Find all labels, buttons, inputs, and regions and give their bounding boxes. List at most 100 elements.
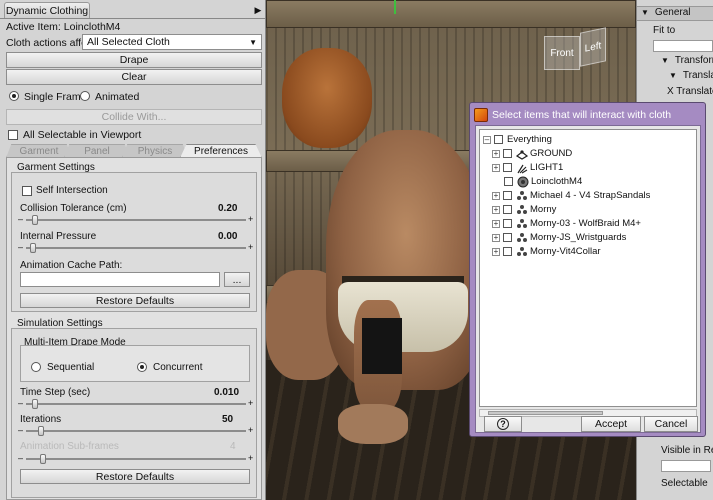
minus-icon[interactable]: – (18, 425, 23, 435)
cancel-button[interactable]: Cancel (644, 416, 698, 432)
transforms-label: Transforms (674, 55, 713, 66)
animated-label: Animated (95, 91, 140, 103)
figure-icon (516, 190, 528, 202)
tree-checkbox[interactable] (494, 135, 503, 144)
figure-icon (516, 218, 528, 230)
view-cube-left[interactable]: Left (580, 27, 606, 67)
internal-pressure-slider-thumb[interactable] (30, 243, 36, 253)
tree-item-loinclothm4[interactable]: LoinclothM4 (504, 175, 582, 188)
restore-defaults-button[interactable]: Restore Defaults (20, 469, 250, 484)
concurrent-radio[interactable] (137, 362, 147, 372)
time-step-slider-thumb[interactable] (32, 399, 38, 409)
view-cube[interactable]: Front Left (544, 22, 614, 82)
visible-in-render-select[interactable] (661, 460, 711, 472)
figure-hand (338, 404, 408, 444)
tree-item-ground[interactable]: + GROUND (492, 147, 572, 160)
transforms-section-header[interactable]: ▼ Transforms (637, 55, 713, 70)
cloth-actions-select[interactable]: All Selected Cloth ▼ (82, 34, 262, 50)
tree-item-everything[interactable]: – Everything (483, 133, 552, 146)
minus-icon[interactable]: – (18, 398, 23, 408)
cache-path-input[interactable] (20, 272, 220, 287)
select-interaction-dialog: Select items that will interact with clo… (469, 102, 706, 437)
collapse-icon[interactable]: – (483, 135, 491, 144)
ground-icon (516, 148, 528, 160)
tab-garment[interactable]: Garment (6, 144, 72, 158)
dialog-title-bar[interactable]: Select items that will interact with clo… (474, 106, 701, 124)
animated-radio[interactable] (80, 91, 90, 101)
figure-icon (516, 246, 528, 258)
minus-icon[interactable]: – (18, 453, 23, 463)
iterations-value: 50 (222, 414, 234, 425)
expand-icon[interactable]: + (492, 149, 500, 158)
drape-button[interactable]: Drape (6, 52, 262, 68)
expand-icon[interactable]: + (492, 247, 500, 256)
expand-icon[interactable]: + (492, 219, 500, 228)
view-cube-front[interactable]: Front (544, 36, 580, 70)
collapse-icon: ▼ (661, 56, 669, 65)
tree-checkbox[interactable] (503, 219, 512, 228)
plus-icon[interactable]: + (248, 398, 253, 408)
plus-icon[interactable]: + (248, 214, 253, 224)
help-button[interactable]: ? (484, 416, 522, 432)
tree-checkbox[interactable] (503, 247, 512, 256)
substeps-label: Animation Sub-frames (20, 441, 119, 452)
tree-item-morny-wolfbraid[interactable]: + Morny-03 - WolfBraid M4+ (492, 217, 641, 230)
active-item-label: Active Item: LoinclothM4 (6, 21, 121, 33)
self-intersection-checkbox[interactable] (22, 186, 32, 196)
browse-button[interactable]: ... (224, 272, 250, 287)
collapse-icon: ▼ (641, 8, 649, 17)
tree-item-morny-collar[interactable]: + Morny-Vit4Collar (492, 245, 601, 258)
tree-checkbox[interactable] (503, 149, 512, 158)
tree-checkbox[interactable] (503, 163, 512, 172)
substeps-slider-thumb[interactable] (40, 454, 46, 464)
fit-to-select[interactable] (653, 40, 713, 52)
time-step-slider[interactable] (26, 403, 246, 405)
single-frame-radio[interactable] (9, 91, 19, 101)
tree-item-morny[interactable]: + Morny (492, 203, 556, 216)
collision-tolerance-slider[interactable] (26, 219, 246, 221)
substeps-value: 4 (230, 441, 236, 452)
restore-defaults-button[interactable]: Restore Defaults (20, 293, 250, 308)
tree-checkbox[interactable] (503, 233, 512, 242)
all-selectable-checkbox[interactable] (8, 130, 18, 140)
panel-menu-arrow-icon[interactable]: ▶ (252, 2, 264, 18)
time-step-value: 0.010 (214, 387, 240, 398)
expand-icon[interactable]: + (492, 163, 500, 172)
self-intersection-label: Self Intersection (36, 185, 108, 196)
tree-item-strapsandals[interactable]: + Michael 4 - V4 StrapSandals (492, 189, 650, 202)
accept-button[interactable]: Accept (581, 416, 641, 432)
minus-icon[interactable]: – (18, 214, 23, 224)
collide-with-button[interactable]: Collide With... (6, 109, 262, 125)
tree-item-light1[interactable]: + LIGHT1 (492, 161, 563, 174)
tree-item-morny-wristguards[interactable]: + Morny-JS_Wristguards (492, 231, 626, 244)
expand-icon[interactable]: + (492, 191, 500, 200)
minus-icon[interactable]: – (18, 242, 23, 252)
x-translate-label: X Translate (667, 86, 713, 97)
translation-section-header[interactable]: ▼ Translation (637, 70, 713, 85)
tree-item-label: Everything (507, 134, 552, 145)
tab-preferences[interactable]: Preferences (180, 144, 262, 158)
general-section-header[interactable]: ▼ General (637, 6, 713, 21)
light-icon (516, 162, 528, 174)
tree-checkbox[interactable] (503, 191, 512, 200)
visible-in-render-label: Visible in Render (661, 445, 713, 456)
iterations-slider-thumb[interactable] (38, 426, 44, 436)
plus-icon[interactable]: + (248, 242, 253, 252)
substeps-slider[interactable] (26, 458, 246, 460)
general-label: General (654, 7, 691, 18)
sequential-radio[interactable] (31, 362, 41, 372)
internal-pressure-slider[interactable] (26, 247, 246, 249)
tab-panel[interactable]: Panel (64, 144, 130, 158)
clear-button[interactable]: Clear (6, 69, 262, 85)
tab-physics[interactable]: Physics (122, 144, 188, 158)
plus-icon[interactable]: + (248, 453, 253, 463)
expand-icon[interactable]: + (492, 233, 500, 242)
tree-checkbox[interactable] (503, 205, 512, 214)
scrollbar-thumb[interactable] (488, 411, 603, 415)
iterations-slider[interactable] (26, 430, 246, 432)
collision-tolerance-slider-thumb[interactable] (32, 215, 38, 225)
tree-checkbox[interactable] (504, 177, 513, 186)
panel-tab[interactable]: Dynamic Clothing (4, 2, 90, 18)
plus-icon[interactable]: + (248, 425, 253, 435)
expand-icon[interactable]: + (492, 205, 500, 214)
